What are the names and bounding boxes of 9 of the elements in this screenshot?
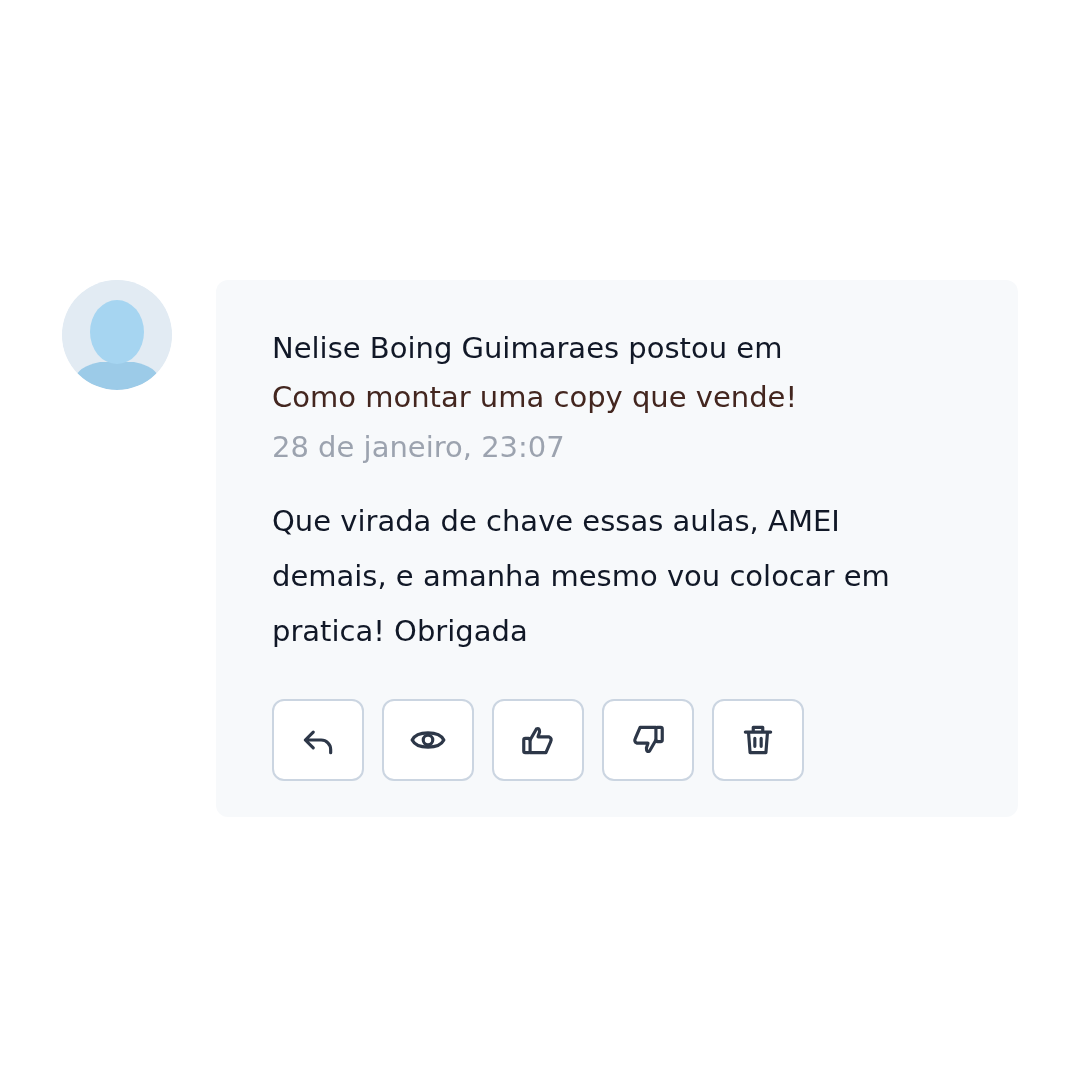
view-button[interactable] xyxy=(382,699,474,781)
author-line: Nelise Boing Guimaraes postou em xyxy=(272,330,784,367)
comment-date: 28 de janeiro, 23:07 xyxy=(272,429,566,466)
topic-link[interactable]: Como montar uma copy que vende! xyxy=(272,376,798,418)
comment-text: Que virada de chave essas aulas, AMEI demais, e amanha mesmo vou colocar em pratica! Obrigada xyxy=(272,503,891,650)
delete-button[interactable] xyxy=(712,699,804,781)
like-button[interactable] xyxy=(492,699,584,781)
dislike-button[interactable] xyxy=(602,699,694,781)
reply-button[interactable] xyxy=(272,699,364,781)
